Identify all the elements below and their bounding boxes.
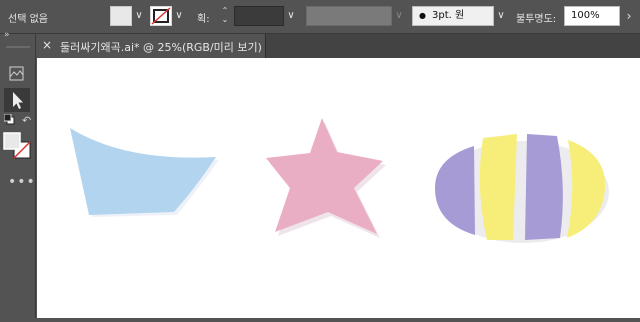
fill-stroke-widget[interactable] bbox=[3, 132, 33, 160]
selection-arrow-icon bbox=[13, 92, 23, 109]
artboard-tool[interactable] bbox=[4, 62, 30, 86]
selection-status: 선택 없음 bbox=[8, 14, 48, 25]
no-stroke-icon bbox=[151, 7, 171, 25]
stroke-weight-label: 획: bbox=[197, 14, 210, 25]
artboard-canvas[interactable] bbox=[37, 58, 640, 318]
panel-grip[interactable] bbox=[6, 46, 30, 48]
opacity-input[interactable]: 100% bbox=[564, 6, 620, 26]
artwork bbox=[70, 118, 609, 243]
brush-dropdown-chevron-icon[interactable]: ∨ bbox=[494, 6, 508, 26]
collapse-panel-icon[interactable]: » bbox=[4, 30, 10, 40]
document-tab[interactable]: × 둘러싸기왜곡.ai* @ 25%(RGB/미리 보기) bbox=[36, 34, 266, 58]
wave-shape bbox=[70, 128, 216, 215]
ellipse-stripe-1 bbox=[435, 146, 475, 235]
selection-tool[interactable] bbox=[4, 88, 30, 112]
fill-swatch[interactable] bbox=[110, 6, 132, 26]
stroke-dropdown-chevron-icon[interactable]: ∨ bbox=[172, 6, 186, 26]
swap-colors-icon[interactable]: ↶ bbox=[22, 114, 31, 127]
variable-width-profile[interactable] bbox=[306, 6, 392, 26]
ellipse-stripe-2 bbox=[479, 134, 517, 240]
fill-dropdown-chevron-icon[interactable]: ∨ bbox=[132, 6, 146, 26]
more-options-chevron-icon[interactable]: › bbox=[622, 6, 636, 26]
control-bar: 선택 없음 ∨ ∨ 획: ⌃ ⌄ ∨ ∨ ● 3pt. 원 ∨ 불투명도: 100%… bbox=[0, 0, 640, 34]
ellipse-stripe-4 bbox=[567, 140, 606, 238]
document-tab-bar: × 둘러싸기왜곡.ai* @ 25%(RGB/미리 보기) bbox=[0, 34, 640, 58]
more-tools-icon[interactable]: ••• bbox=[8, 174, 36, 190]
artboard-icon bbox=[9, 66, 24, 81]
stroke-weight-stepper-icon[interactable]: ⌃ ⌄ bbox=[218, 6, 232, 26]
stroke-weight-input[interactable] bbox=[234, 6, 284, 26]
profile-dropdown-chevron-icon[interactable]: ∨ bbox=[392, 6, 406, 26]
fill-stroke-icon bbox=[3, 132, 31, 159]
opacity-label: 불투명도: bbox=[516, 14, 557, 25]
document-tab-title: 둘러싸기왜곡.ai* @ 25%(RGB/미리 보기) bbox=[60, 41, 262, 54]
close-tab-icon[interactable]: × bbox=[42, 38, 52, 52]
ellipse-stripe-3 bbox=[525, 134, 563, 240]
stroke-weight-dropdown-chevron-icon[interactable]: ∨ bbox=[284, 6, 298, 26]
stroke-swatch[interactable] bbox=[150, 6, 172, 26]
brush-definition-value: 3pt. 원 bbox=[431, 10, 465, 21]
brush-dot-icon: ● bbox=[419, 11, 426, 20]
brush-definition-field[interactable]: ● 3pt. 원 bbox=[412, 6, 494, 26]
tools-panel: » ↶ ••• bbox=[0, 30, 36, 318]
